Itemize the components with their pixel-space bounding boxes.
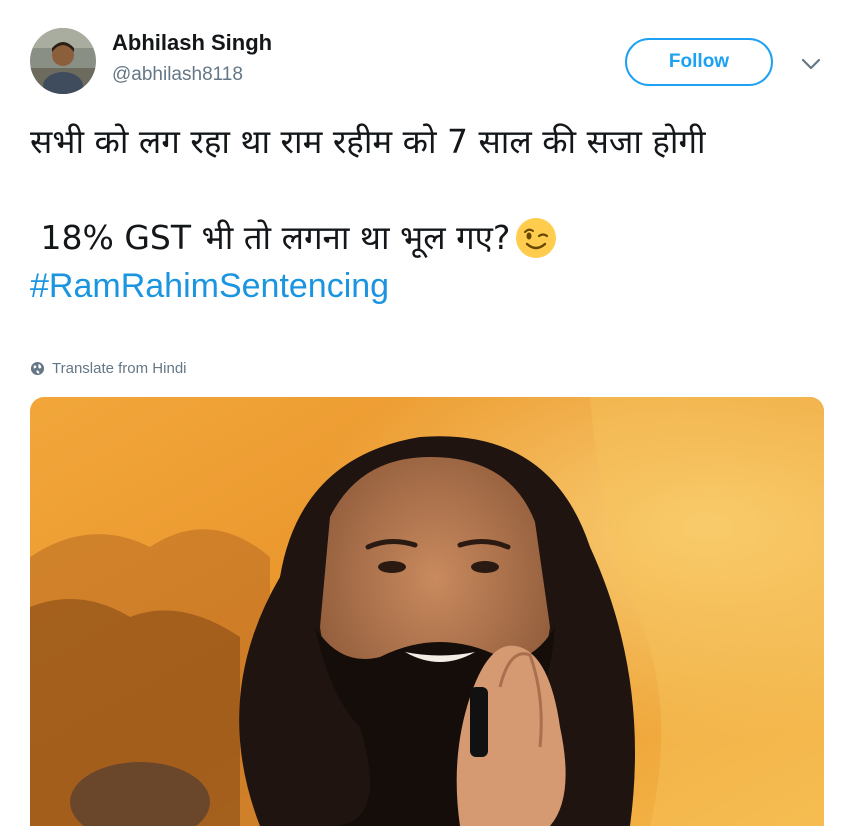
tweet-text-line-1: सभी को लग रहा था राम रहीम को 7 साल की सज… — [30, 122, 706, 161]
tweet-photo[interactable] — [30, 397, 824, 826]
author-display-name[interactable]: Abhilash Singh — [112, 30, 272, 56]
tweet-text-line-2-text: 18% GST भी तो लगना था भूल गए? — [30, 218, 511, 257]
author-handle[interactable]: @abhilash8118 — [112, 64, 243, 86]
author-avatar[interactable] — [30, 28, 96, 94]
translate-link[interactable]: Translate from Hindi — [30, 360, 187, 377]
winking-face-icon — [514, 216, 558, 260]
photo-image — [30, 397, 824, 826]
globe-icon — [30, 361, 45, 376]
tweet-text: सभी को लग रहा था राम रहीम को 7 साल की सज… — [30, 118, 820, 310]
avatar-photo-icon — [30, 28, 96, 94]
hashtag-link[interactable]: #RamRahimSentencing — [30, 262, 389, 310]
chevron-down-icon[interactable] — [800, 56, 822, 70]
follow-button[interactable]: Follow — [625, 38, 773, 86]
translate-label: Translate from Hindi — [52, 360, 187, 377]
tweet-text-line-2: 18% GST भी तो लगना था भूल गए? — [30, 214, 820, 262]
